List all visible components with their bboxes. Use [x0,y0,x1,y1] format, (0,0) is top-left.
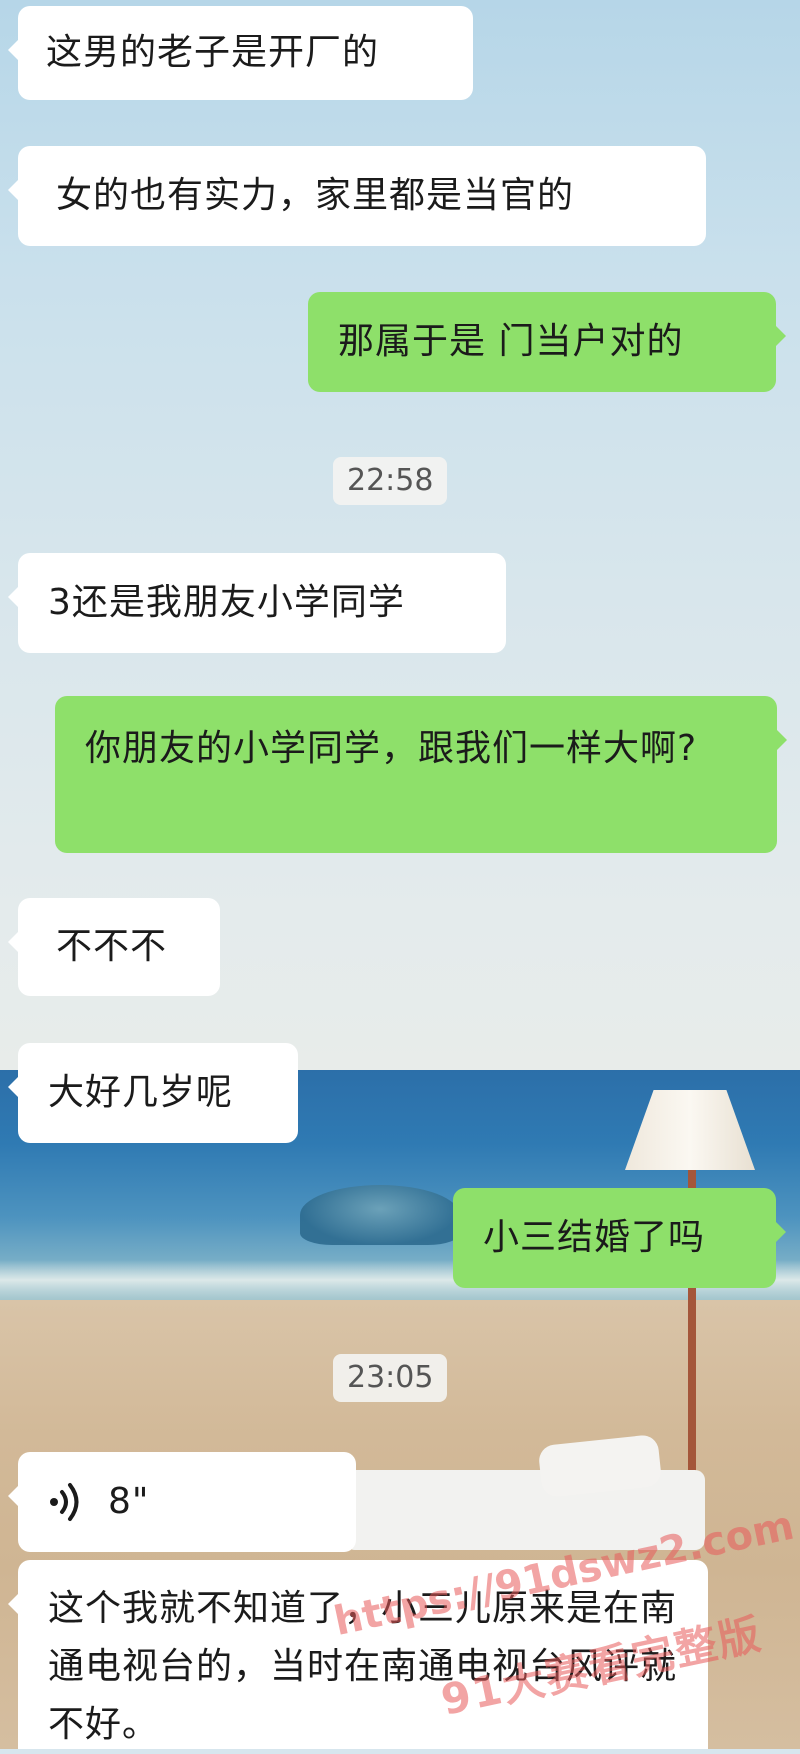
message-bubble[interactable]: 3还是我朋友小学同学 [8,553,506,653]
voice-wave-icon [50,1483,79,1521]
chat-thread: 这男的老子是开厂的 女的也有实力，家里都是当官的 那属于是 门当户对的 22:5… [0,0,800,1749]
message-bubble[interactable]: 小三结婚了吗 [453,1188,786,1288]
message-text: 大好几岁呢 [48,1072,234,1113]
voice-duration: 8" [108,1481,150,1522]
message-text: 不不不 [56,926,168,967]
message-text: 女的也有实力，家里都是当官的 [56,175,575,216]
message-bubble[interactable]: 这男的老子是开厂的 [8,6,473,100]
message-text: 这男的老子是开厂的 [46,32,380,73]
message-bubble[interactable]: 那属于是 门当户对的 [308,292,786,392]
message-text: 小三结婚了吗 [483,1217,706,1258]
message-bubble[interactable]: 不不不 [8,898,220,996]
message-bubble[interactable]: 大好几岁呢 [8,1043,298,1143]
message-text: 你朋友的小学同学，跟我们一样大啊? [85,728,698,769]
timestamp: 23:05 [333,1354,448,1402]
timestamp: 22:58 [333,457,448,505]
message-bubble[interactable]: 你朋友的小学同学，跟我们一样大啊? [55,696,787,853]
message-text: 那属于是 门当户对的 [338,321,684,362]
message-bubble[interactable]: 女的也有实力，家里都是当官的 [8,146,706,246]
message-text: 3还是我朋友小学同学 [48,582,405,623]
voice-message-bubble[interactable]: 8" [8,1452,356,1552]
